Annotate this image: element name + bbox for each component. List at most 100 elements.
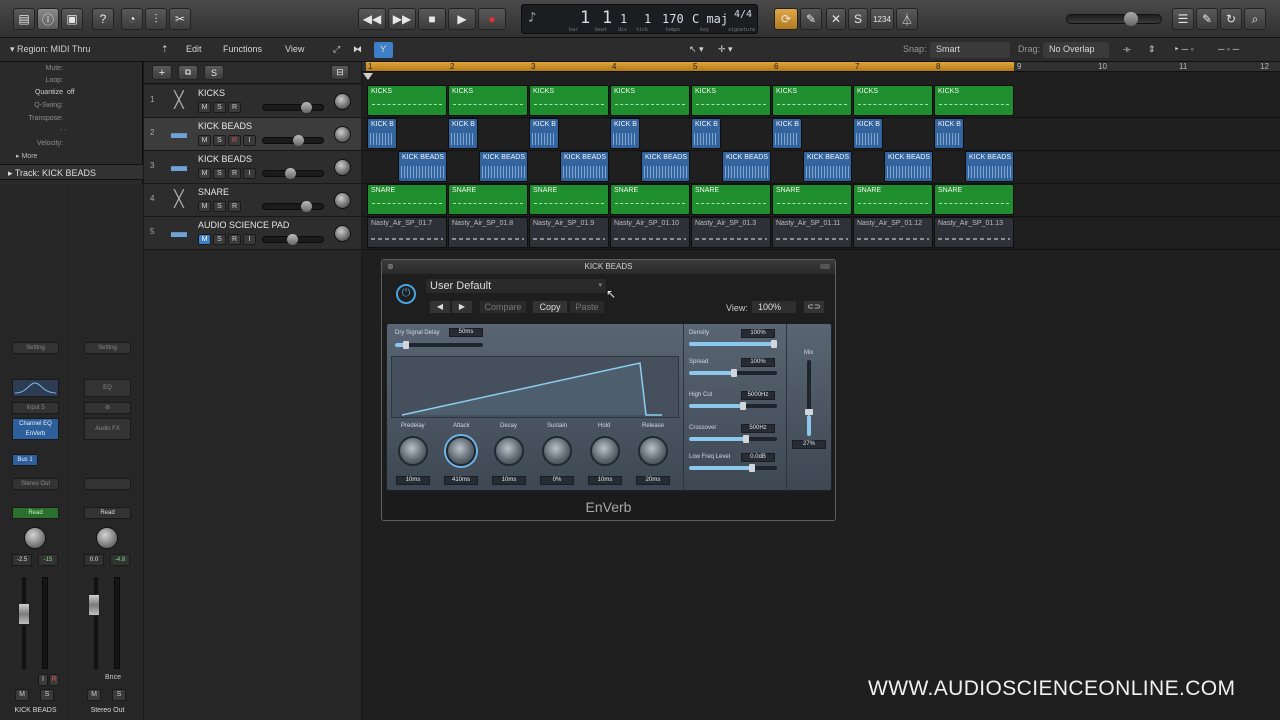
knob-value[interactable]: 410ms <box>444 476 478 485</box>
solo-button[interactable]: S <box>848 8 868 30</box>
track-row[interactable]: 2 ▬ KICK BEADS MSRI <box>144 118 361 151</box>
audio-region[interactable]: KICK B <box>529 118 559 149</box>
catch-icon[interactable]: ⤢ <box>327 42 346 58</box>
solo-button[interactable]: S <box>213 102 226 113</box>
solo-button[interactable]: S <box>213 234 226 245</box>
audio-region[interactable]: KICK B <box>934 118 964 149</box>
audio-region[interactable]: Nasty_Air_SP_01.10 <box>610 217 690 248</box>
param-slider[interactable] <box>689 435 777 443</box>
audio-fx-slot[interactable]: Channel EQ EnVerb <box>12 418 59 440</box>
compare-button[interactable]: Compare <box>480 301 526 313</box>
input-monitor-button[interactable]: I <box>243 168 256 179</box>
pointer-tool-icon[interactable]: ↖ ▾ <box>683 42 710 58</box>
knob-value[interactable]: 0% <box>540 476 574 485</box>
filter-icon[interactable]: Ƴ <box>374 42 393 58</box>
track-volume-thumb[interactable] <box>301 201 312 212</box>
flex-icon[interactable]: ⧓ <box>347 42 368 58</box>
audio-region[interactable]: KICK BEADS <box>965 151 1014 182</box>
sustain-knob[interactable] <box>542 436 572 466</box>
send-slot[interactable]: Bus 1 <box>12 454 38 466</box>
solo-button[interactable]: S <box>112 689 126 701</box>
midi-region[interactable]: KICKS <box>610 85 690 116</box>
param-slider[interactable] <box>689 464 777 472</box>
track-pan-knob[interactable] <box>334 192 351 209</box>
midi-region[interactable]: SNARE <box>448 184 528 215</box>
output-slot-empty[interactable] <box>84 478 131 490</box>
midi-region[interactable]: KICKS <box>529 85 609 116</box>
audio-region[interactable]: KICK BEADS <box>641 151 690 182</box>
attack-knob[interactable] <box>446 436 476 466</box>
quick-help-button[interactable]: ? <box>92 8 114 30</box>
midi-region[interactable]: SNARE <box>691 184 771 215</box>
audio-region[interactable]: KICK BEADS <box>722 151 771 182</box>
menu-functions[interactable]: Functions <box>217 42 268 58</box>
track-volume-thumb[interactable] <box>293 135 304 146</box>
audio-region[interactable]: Nasty_Air_SP_01.12 <box>853 217 933 248</box>
stop-button[interactable]: ■ <box>418 8 446 30</box>
plugin-titlebar[interactable]: ⊗ KICK BEADS <box>382 260 835 274</box>
metronome-button[interactable]: ⏃ <box>896 8 918 30</box>
global-solo-button[interactable]: S <box>204 65 224 80</box>
volume-fader[interactable] <box>18 603 30 625</box>
up-arrow-icon[interactable]: ⇡ <box>155 42 175 58</box>
pan-knob[interactable] <box>96 527 118 549</box>
audio-region[interactable]: Nasty_Air_SP_01.13 <box>934 217 1014 248</box>
audio-region[interactable]: KICK BEADS <box>479 151 528 182</box>
volume-fader[interactable] <box>88 594 100 616</box>
param-slider[interactable] <box>689 340 777 348</box>
snap-select[interactable]: Smart <box>930 42 1010 58</box>
audio-region[interactable]: Nasty_Air_SP_01.8 <box>448 217 528 248</box>
play-button[interactable]: ▶ <box>448 8 476 30</box>
knob-value[interactable]: 10ms <box>396 476 430 485</box>
vertical-zoom-slider[interactable]: ‣ ─ ◦ <box>1168 42 1200 58</box>
bar-ruler[interactable]: 1 2 3 4 5 6 7 8 9 10 11 12 <box>362 62 1280 72</box>
knob-value[interactable]: 10ms <box>492 476 526 485</box>
pan-knob[interactable] <box>24 527 46 549</box>
menu-view[interactable]: View <box>279 42 310 58</box>
add-track-button[interactable]: + <box>152 65 172 80</box>
audio-region[interactable]: KICK B <box>772 118 802 149</box>
mix-slider-thumb[interactable] <box>805 409 813 416</box>
region-disclosure[interactable]: ▾ Region: MIDI Thru <box>10 44 90 55</box>
link-icon[interactable]: ⊚ <box>84 402 131 414</box>
track-volume-thumb[interactable] <box>301 102 312 113</box>
cycle-button[interactable]: ⟳ <box>774 8 798 30</box>
editors-button[interactable]: ✂ <box>169 8 191 30</box>
param-slider-thumb[interactable] <box>743 435 749 443</box>
record-button[interactable]: R <box>228 234 241 245</box>
param-value[interactable]: 100% <box>741 329 775 338</box>
smart-controls-button[interactable]: ◔ <box>121 8 143 30</box>
autopunch-button[interactable]: ✕ <box>826 8 846 30</box>
audio-region[interactable]: KICK B <box>691 118 721 149</box>
envelope-display[interactable] <box>391 356 679 418</box>
paste-button[interactable]: Paste <box>570 301 604 313</box>
link-icon[interactable]: ⊂⊃ <box>804 301 824 313</box>
midi-region[interactable]: KICKS <box>772 85 852 116</box>
automation-mode[interactable]: Read <box>12 507 59 519</box>
track-volume-thumb[interactable] <box>287 234 298 245</box>
track-pan-knob[interactable] <box>334 126 351 143</box>
record-enable-button[interactable]: R <box>49 674 59 686</box>
dry-delay-slider[interactable] <box>395 341 483 349</box>
volume-fader-track[interactable] <box>94 577 98 669</box>
midi-region[interactable]: SNARE <box>853 184 933 215</box>
replace-button[interactable]: ✎ <box>800 8 822 30</box>
toolbar-button[interactable]: ▣ <box>61 8 83 30</box>
audio-region[interactable]: KICK B <box>448 118 478 149</box>
power-icon[interactable]: ⏻ <box>396 284 416 304</box>
browser-button[interactable]: ⌕ <box>1244 8 1266 30</box>
master-volume-slider[interactable] <box>1066 14 1162 24</box>
input-monitor-button[interactable]: I <box>243 234 256 245</box>
resize-icon[interactable] <box>820 264 830 269</box>
solo-button[interactable]: S <box>40 689 54 701</box>
count-in-button[interactable]: 1234 <box>870 8 894 30</box>
midi-region[interactable]: KICKS <box>448 85 528 116</box>
library-button[interactable]: ▤ <box>13 8 35 30</box>
audio-region[interactable]: Nasty_Air_SP_01.9 <box>529 217 609 248</box>
param-value[interactable]: 0.0dB <box>741 453 775 462</box>
drag-select[interactable]: No Overlap <box>1043 42 1109 58</box>
preset-menu[interactable]: User Default ▾ <box>426 279 606 293</box>
record-button[interactable]: R <box>228 168 241 179</box>
view-select[interactable]: 100% <box>752 301 796 313</box>
param-slider[interactable] <box>689 402 777 410</box>
